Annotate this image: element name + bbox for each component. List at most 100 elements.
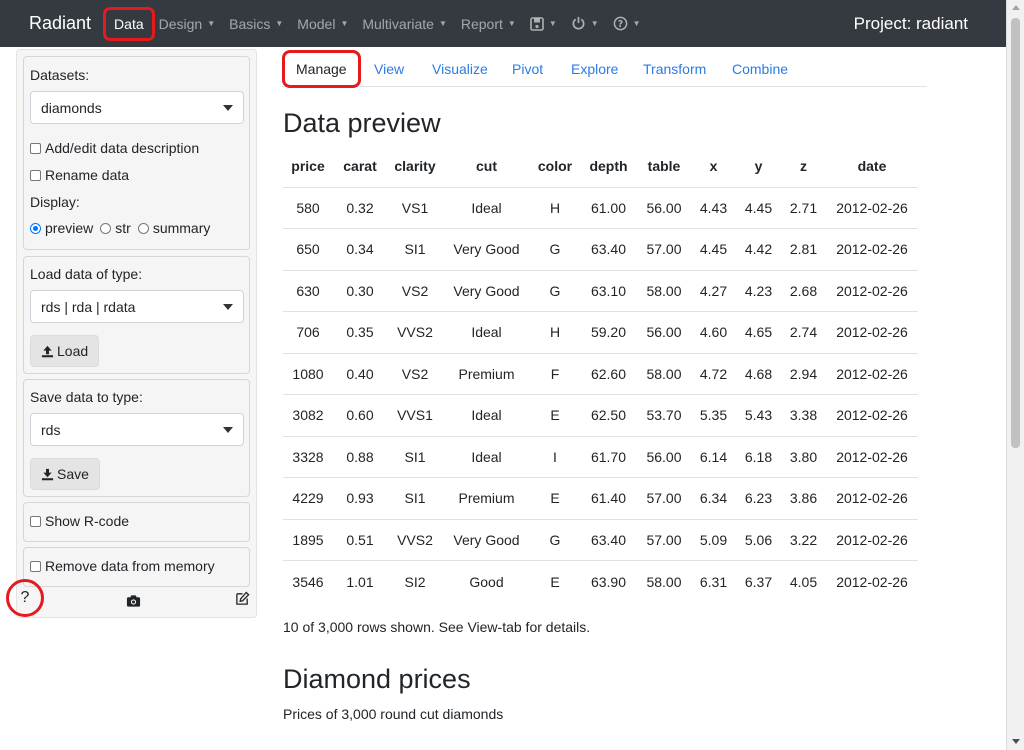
column-header-carat: carat [333, 146, 387, 188]
table-row: 650 0.34 SI1 Very Good G 63.40 57.00 4.45 4.42 2.… [283, 228, 918, 271]
nav-multivariate[interactable]: Multivariate ▼ [362, 16, 447, 32]
table-cell-color: E [530, 477, 580, 520]
table-cell-z: 3.22 [781, 519, 826, 561]
save-button-label: Save [57, 466, 89, 482]
caret-down-icon: ▼ [632, 19, 641, 28]
vertical-scrollbar[interactable] [1006, 0, 1024, 750]
checkbox-box[interactable] [30, 560, 41, 572]
tab-transform-label: Transform [643, 60, 707, 77]
nav-help-menu[interactable]: ? ▼ [613, 16, 641, 31]
table-cell-price: 650 [283, 228, 333, 271]
table-cell-cut: Very Good [443, 228, 530, 271]
table-cell-table: 58.00 [637, 270, 691, 312]
load-type-select[interactable]: rds | rda | rdata [30, 290, 244, 323]
save-panel: Save data to type: rds Save [23, 379, 250, 497]
tab-manage[interactable]: Manage [282, 50, 361, 88]
tab-combine[interactable]: Combine [732, 50, 788, 87]
table-row: 630 0.30 VS2 Very Good G 63.10 58.00 4.27 4.23 2.… [283, 270, 918, 312]
navbar: Radiant Data Design ▼ Basics ▼ Model ▼ Mult… [0, 0, 1006, 47]
svg-text:?: ? [617, 19, 622, 30]
caret-down-icon: ▼ [438, 19, 447, 28]
table-cell-x: 5.35 [691, 394, 736, 437]
tab-view-label: View [374, 60, 405, 77]
table-cell-price: 3328 [283, 436, 333, 478]
show-rcode-checkbox[interactable]: Show R-code [30, 513, 129, 529]
load-button[interactable]: Load [30, 335, 100, 367]
nav-design-label: Design [158, 15, 203, 32]
table-cell-date: 2012-02-26 [826, 270, 918, 312]
table-cell-clarity: SI2 [404, 573, 426, 590]
display-str-radio[interactable] [100, 222, 112, 234]
table-cell-clarity: VVS1 [387, 394, 443, 437]
help-circle-icon: ? [613, 16, 628, 31]
tab-pivot[interactable]: Pivot [512, 50, 543, 87]
table-cell-table: 57.00 [637, 477, 691, 520]
rename-data-checkbox[interactable]: Rename data [30, 167, 129, 183]
edit-icon[interactable] [235, 591, 250, 606]
table-row: 4229 0.93 SI1 Premium E 61.40 57.00 6.34 6.23 3.8… [283, 477, 918, 520]
add-description-label: Add/edit data description [45, 140, 200, 156]
table-cell-color: G [530, 228, 580, 271]
nav-report-label: Report [460, 15, 503, 32]
brand[interactable]: Radiant [29, 13, 91, 34]
table-cell-carat: 0.60 [333, 394, 387, 437]
table-cell-x: 5.09 [691, 519, 736, 561]
table-cell-price: 706 [283, 311, 333, 354]
tab-pivot-label: Pivot [512, 60, 544, 77]
checkbox-box[interactable] [30, 515, 41, 527]
datasets-select[interactable]: diamonds [30, 91, 244, 124]
table-header-row: price carat clarity cut color depth table x y z da… [283, 146, 918, 188]
scroll-up-icon[interactable] [1012, 5, 1020, 10]
save-button[interactable]: Save [30, 458, 100, 490]
nav-report[interactable]: Report ▼ [461, 16, 516, 32]
display-summary-radio[interactable] [137, 222, 149, 234]
nav-save-menu[interactable]: ▼ [530, 16, 557, 31]
tab-view[interactable]: View [374, 50, 404, 87]
help-button[interactable]: ? [6, 579, 44, 617]
column-header-date: date [826, 146, 918, 188]
checkbox-box[interactable] [30, 169, 41, 181]
datasets-select-value: diamonds [41, 99, 102, 116]
table-cell-cut: Ideal [443, 394, 530, 437]
nav-basics[interactable]: Basics ▼ [229, 16, 283, 32]
table-cell-y: 4.45 [736, 187, 781, 229]
upload-icon [41, 345, 54, 357]
caret-down-icon: ▼ [507, 19, 516, 28]
help-question-icon: ? [20, 589, 30, 606]
scroll-down-icon[interactable] [1012, 739, 1020, 744]
load-type-value: rds | rda | rdata [41, 298, 136, 315]
camera-icon[interactable] [126, 594, 141, 608]
table-cell-table: 56.00 [637, 187, 691, 229]
add-description-checkbox[interactable]: Add/edit data description [30, 140, 199, 156]
checkbox-box[interactable] [30, 142, 41, 154]
caret-down-icon: ▼ [207, 19, 216, 28]
table-cell-date: 2012-02-26 [826, 228, 918, 271]
nav-design[interactable]: Design ▼ [159, 16, 216, 32]
table-cell-cut: Premium [443, 353, 530, 395]
table-cell-date: 2012-02-26 [826, 394, 918, 437]
nav-model[interactable]: Model ▼ [297, 16, 348, 32]
tab-explore[interactable]: Explore [571, 50, 618, 87]
table-cell-y: 6.23 [736, 477, 781, 520]
nav-data[interactable]: Data [103, 6, 155, 41]
nav-power-menu[interactable]: ▼ [571, 16, 599, 31]
scrollbar-thumb[interactable] [1011, 18, 1020, 448]
display-preview-label[interactable]: preview [45, 220, 93, 236]
display-preview-radio[interactable] [30, 222, 41, 234]
power-icon [572, 16, 585, 30]
table-cell-z: 2.71 [781, 187, 826, 229]
table-cell-z: 3.86 [781, 477, 826, 520]
table-cell-color: F [530, 353, 580, 395]
tab-transform[interactable]: Transform [643, 50, 706, 87]
save-type-select[interactable]: rds [30, 413, 244, 446]
display-summary-label[interactable]: summary [153, 220, 211, 236]
table-cell-y: 4.23 [736, 270, 781, 312]
tab-explore-label: Explore [571, 60, 619, 77]
table-cell-x: 4.27 [691, 270, 736, 312]
table-cell-x: 6.14 [691, 436, 736, 478]
nav-model-label: Model [297, 15, 336, 32]
rename-data-label: Rename data [45, 167, 130, 183]
tab-visualize[interactable]: Visualize [432, 50, 488, 87]
remove-data-checkbox[interactable]: Remove data from memory [30, 558, 215, 574]
display-str-label[interactable]: str [115, 220, 131, 236]
